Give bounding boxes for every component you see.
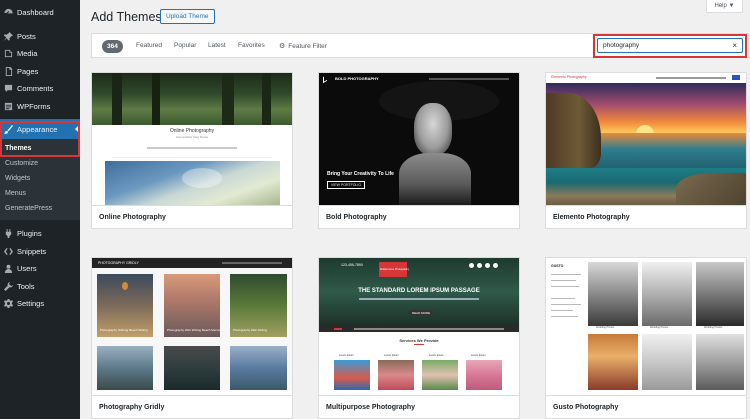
submenu-item-generatepress[interactable]: GeneratePress	[0, 201, 80, 216]
sidebar-item-comments[interactable]: Comments	[0, 80, 80, 98]
theme-count-badge: 364	[102, 40, 123, 53]
tools-icon	[4, 281, 13, 291]
theme-screenshot: Online Photography Just another blog the…	[92, 73, 292, 205]
submenu-item-widgets[interactable]: Widgets	[0, 171, 80, 186]
preview-caption-1: Wedding Photos	[596, 326, 615, 329]
sidebar-item-tools[interactable]: Tools	[0, 278, 80, 296]
preview-brand: GUSTO	[551, 264, 564, 268]
preview-brand: BOLD PHOTOGRAPHY	[335, 76, 379, 81]
sidebar-item-label: Settings	[17, 299, 45, 309]
theme-card-photography-gridly[interactable]: PHOTOGRAPHY GRIDLY Photography Nothing B…	[91, 257, 293, 419]
theme-card-gusto-photography[interactable]: GUSTO Wedding Photos Wedding Photos Wedd…	[545, 257, 747, 419]
clear-icon[interactable]: ×	[732, 41, 737, 50]
sidebar-item-dashboard[interactable]: Dashboard	[0, 4, 80, 22]
brush-icon	[4, 124, 13, 134]
sidebar-item-pages[interactable]: Pages	[0, 63, 80, 81]
preview-caption-3: Wedding Photos	[704, 326, 723, 329]
sidebar-item-plugins[interactable]: Plugins	[0, 225, 80, 243]
preview-headline: THE STANDARD LOREM IPSUM PASSAGE	[358, 288, 480, 294]
preview-caption-2: Wedding Photos	[650, 326, 669, 329]
filter-link-popular[interactable]: Popular	[174, 42, 196, 49]
sidebar-item-label: Snippets	[17, 246, 47, 256]
comment-icon	[4, 84, 13, 93]
theme-name: Photography Gridly	[92, 395, 292, 418]
theme-name: Multipurpose Photography	[319, 395, 519, 418]
theme-card-multipurpose-photography[interactable]: 123-456-7890 Multipurpose Photography TH…	[318, 257, 520, 419]
theme-name: Online Photography	[92, 205, 292, 228]
current-menu-arrow	[75, 124, 80, 134]
preview-brand: Multipurpose Photography	[380, 268, 410, 271]
theme-search-input[interactable]: photography ×	[597, 38, 743, 53]
settings-icon	[4, 299, 13, 309]
theme-card-online-photography[interactable]: Online Photography Just another blog the…	[91, 72, 293, 229]
theme-name: Gusto Photography	[546, 395, 746, 418]
gear-icon: ⚙	[279, 43, 286, 50]
sidebar-item-label: Dashboard	[17, 8, 54, 18]
sidebar-item-posts[interactable]: Posts	[0, 28, 80, 46]
sidebar-item-label: Appearance	[17, 124, 58, 134]
sidebar-item-label: Tools	[17, 281, 35, 291]
sidebar-item-label: Media	[17, 49, 38, 59]
preview-tagline: Just another blog theme	[175, 135, 209, 139]
submenu-item-customize[interactable]: Customize	[0, 156, 80, 171]
filter-link-featured[interactable]: Featured	[136, 42, 162, 49]
pin-icon	[4, 31, 13, 41]
preview-caption-3: Photography Web Writing	[233, 328, 268, 332]
filter-link-latest[interactable]: Latest	[208, 42, 226, 49]
help-tab-button[interactable]: Help ▼	[706, 0, 743, 13]
preview-read-more: READ MORE	[409, 310, 434, 316]
theme-screenshot: BOLD PHOTOGRAPHY Bring Your Creativity T…	[319, 73, 519, 205]
plugin-icon	[4, 229, 13, 239]
filter-link-favorites[interactable]: Favorites	[238, 42, 265, 49]
search-input-value: photography	[603, 42, 640, 49]
media-icon	[4, 49, 13, 58]
preview-caption-1: Photography Nothing Beach Writing	[100, 328, 148, 332]
preview-service-2: Lorem Ipsum	[384, 354, 399, 357]
sidebar-item-label: Pages	[17, 66, 39, 76]
submenu-item-menus[interactable]: Menus	[0, 186, 80, 201]
preview-phone: 123-456-7890	[341, 263, 363, 267]
theme-screenshot: PHOTOGRAPHY GRIDLY Photography Nothing B…	[92, 258, 292, 390]
sidebar-item-label: WPForms	[17, 101, 51, 111]
dashboard-icon	[4, 8, 13, 17]
sidebar-item-wpforms[interactable]: WPForms	[0, 98, 80, 116]
preview-portfolio-button: VIEW PORTFOLIO	[327, 181, 366, 189]
page-title: Add Themes	[91, 10, 162, 24]
theme-card-elemento-photography[interactable]: Elemento Photography Elemento Photograph…	[545, 72, 747, 229]
preview-service-3: Lorem Ipsum	[429, 354, 444, 357]
preview-brand: PHOTOGRAPHY GRIDLY	[98, 261, 139, 265]
sidebar-item-settings[interactable]: Settings	[0, 295, 80, 313]
theme-name: Bold Photography	[319, 205, 519, 228]
theme-card-bold-photography[interactable]: BOLD PHOTOGRAPHY Bring Your Creativity T…	[318, 72, 520, 229]
sidebar-item-snippets[interactable]: Snippets	[0, 243, 80, 261]
sidebar-item-label: Users	[17, 264, 37, 274]
theme-screenshot: 123-456-7890 Multipurpose Photography TH…	[319, 258, 519, 390]
preview-service-4: Lorem Ipsum	[471, 354, 486, 357]
admin-sidebar: Dashboard Posts Media Pages Comments WPF…	[0, 0, 80, 419]
sidebar-item-label: Plugins	[17, 229, 42, 239]
preview-caption-2: Photography Web Writing Beach Memories	[167, 328, 225, 332]
feature-filter-button[interactable]: ⚙ Feature Filter	[279, 42, 327, 51]
snippets-icon	[4, 247, 13, 256]
appearance-submenu: Themes Customize Widgets Menus GenerateP…	[0, 139, 80, 220]
theme-screenshot: GUSTO Wedding Photos Wedding Photos Wedd…	[546, 258, 746, 390]
preview-headline: Bring Your Creativity To Life	[327, 171, 394, 177]
theme-screenshot: Elemento Photography	[546, 73, 746, 205]
sidebar-item-media[interactable]: Media	[0, 45, 80, 63]
users-icon	[4, 264, 13, 274]
submenu-item-themes[interactable]: Themes	[0, 141, 80, 156]
feature-filter-label: Feature Filter	[288, 42, 327, 50]
theme-name: Elemento Photography	[546, 205, 746, 228]
sidebar-item-label: Posts	[17, 31, 36, 41]
preview-service-1: Lorem Ipsum	[339, 354, 354, 357]
preview-section-title: Services We Provide	[399, 338, 439, 343]
sidebar-item-appearance[interactable]: Appearance	[0, 119, 80, 139]
preview-brand: Elemento Photography	[551, 75, 587, 79]
pages-icon	[4, 66, 13, 76]
form-icon	[4, 102, 13, 111]
upload-theme-button[interactable]: Upload Theme	[160, 9, 215, 24]
sidebar-item-label: Comments	[17, 84, 54, 94]
sidebar-item-users[interactable]: Users	[0, 260, 80, 278]
preview-site-title: Online Photography	[169, 128, 215, 134]
